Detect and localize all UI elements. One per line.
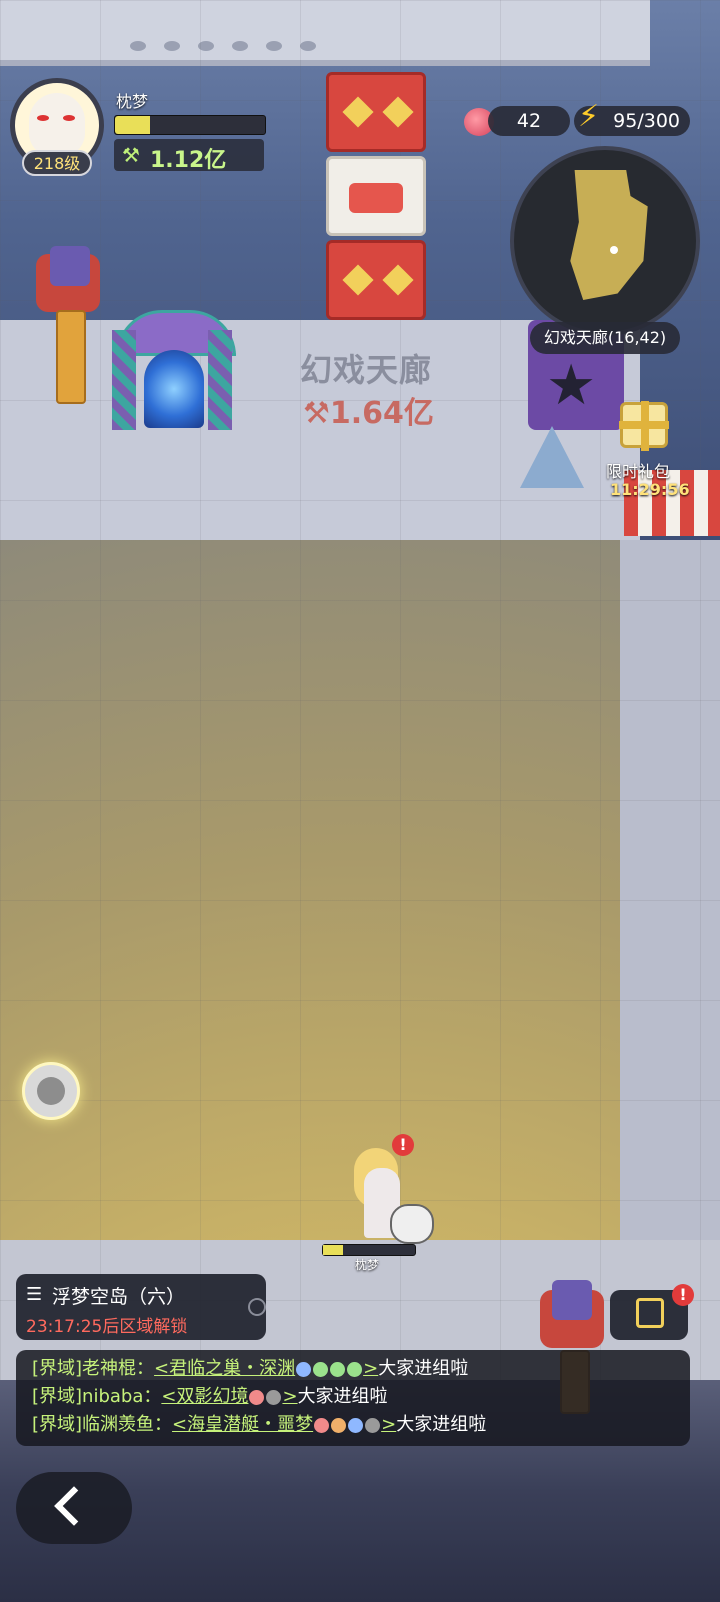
exp-bar	[114, 115, 266, 135]
chat-sender: [界域]nibaba：	[32, 1386, 162, 1407]
fox-mask-icon	[29, 93, 85, 157]
back-arrow-icon	[54, 1486, 94, 1526]
chat-message[interactable]: [界域]临渊羡鱼：<海皇潜艇・噩梦 >大家进组啦	[32, 1412, 486, 1438]
peach-counter[interactable]: 42	[488, 106, 570, 136]
chat-dungeon-link-end[interactable]: >	[381, 1414, 396, 1435]
star-icon: ★	[546, 353, 597, 418]
minimap-land	[570, 170, 648, 300]
lightning-icon: ⚡	[578, 99, 600, 134]
chat-dungeon-link-end[interactable]: >	[282, 1386, 297, 1407]
gem-icon	[296, 1361, 312, 1377]
zone-power: ⚒1.64亿	[303, 396, 434, 431]
chat-sender: [界域]临渊羡鱼：	[32, 1414, 173, 1435]
gem-icon	[266, 1389, 282, 1405]
portal-swirl	[144, 350, 204, 428]
chat-dungeon-link[interactable]: <君临之巢・深渊	[154, 1358, 295, 1379]
chat-message[interactable]: [界域]老神棍：<君临之巢・深渊 >大家进组啦	[32, 1356, 468, 1382]
chat-message[interactable]: [界域]nibaba：<双影幻境 >大家进组啦	[32, 1384, 388, 1410]
quest-list-icon: ☰	[26, 1284, 43, 1305]
gem-icon	[313, 1361, 329, 1377]
minimap-player-dot	[610, 246, 618, 254]
gem-icon	[348, 1417, 364, 1433]
gem-icon	[330, 1361, 346, 1377]
red-block	[326, 240, 426, 320]
bag-box-icon	[636, 1298, 664, 1328]
quest-unlock-timer: 23:17:25后区域解锁	[26, 1317, 188, 1337]
player-character[interactable]	[350, 1148, 434, 1244]
minimap[interactable]	[510, 146, 700, 336]
chat-dungeon-link[interactable]: <海皇潜艇・噩梦	[172, 1414, 313, 1435]
gem-icon	[365, 1417, 381, 1433]
gem-icon	[347, 1361, 363, 1377]
gem-icon	[249, 1389, 265, 1405]
character-name: 枕梦	[355, 1258, 380, 1272]
minimap-location: 幻戏天廊(16,42)	[530, 322, 680, 354]
chat-panel[interactable]: [界域]老神棍：<君临之巢・深渊 >大家进组啦 [界域]nibaba：<双影幻境 >大…	[16, 1350, 690, 1446]
bag-alert-badge: !	[672, 1284, 694, 1306]
target-icon[interactable]	[248, 1298, 266, 1316]
chat-text: 大家进组啦	[297, 1386, 388, 1407]
gift-box-icon[interactable]	[619, 401, 669, 451]
chat-text: 大家进组啦	[378, 1358, 469, 1379]
character-hp-bar	[322, 1244, 416, 1256]
player-level: 218级	[22, 150, 92, 176]
character-alert-badge: !	[392, 1134, 414, 1156]
quest-panel[interactable]: ☰ 浮梦空岛（六） 23:17:25后区域解锁	[16, 1274, 266, 1340]
power-icon: ⚒	[122, 143, 140, 167]
gem-icon	[314, 1417, 330, 1433]
player-name: 枕梦	[116, 92, 149, 111]
red-block	[326, 72, 426, 152]
quest-title: 浮梦空岛（六）	[52, 1286, 186, 1308]
card-block	[326, 156, 426, 236]
toy-block-tower	[326, 72, 426, 324]
chat-dungeon-link[interactable]: <双影幻境	[161, 1386, 248, 1407]
chat-text: 大家进组啦	[396, 1414, 487, 1435]
pet-companion	[390, 1204, 434, 1244]
zone-name: 幻戏天廊	[300, 351, 433, 389]
striped-cone	[520, 426, 584, 488]
gift-timer: 11:29:56	[610, 480, 690, 499]
gem-icon	[331, 1417, 347, 1433]
back-button[interactable]	[16, 1472, 132, 1544]
chat-dungeon-link-end[interactable]: >	[363, 1358, 378, 1379]
gift-label[interactable]: 限时礼包	[606, 458, 670, 482]
chat-sender: [界域]老神棍：	[32, 1358, 155, 1379]
npc-avatar-bubble[interactable]	[22, 1062, 80, 1120]
portal-gate[interactable]	[108, 310, 238, 430]
player-power: ⚒ 1.12亿	[114, 139, 264, 173]
